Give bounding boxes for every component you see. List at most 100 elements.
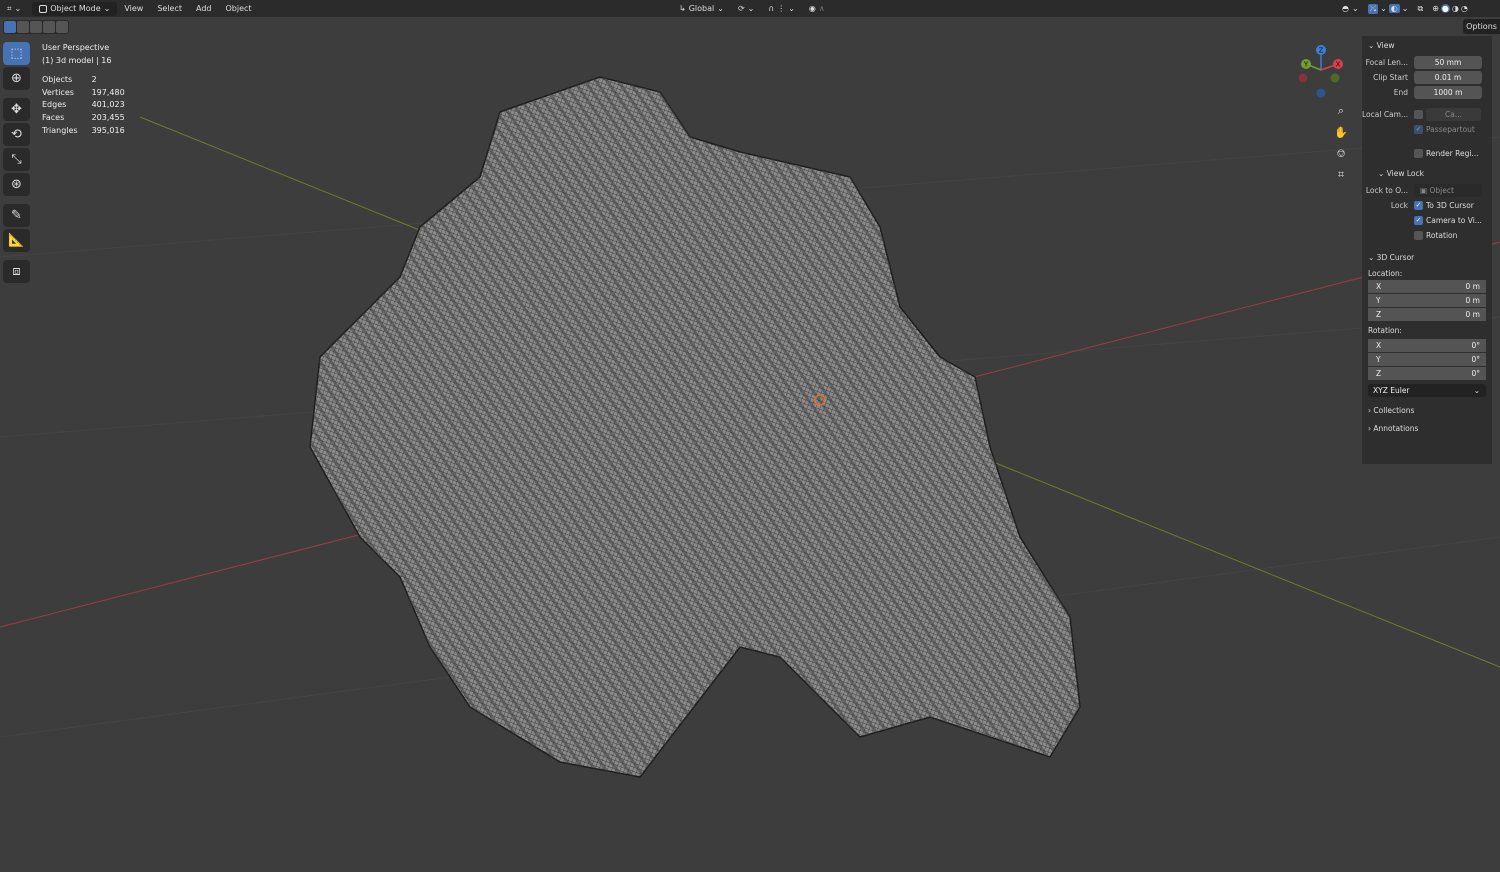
cursor-location-y[interactable]: Y 0 m [1368,294,1486,307]
view-section-header[interactable]: ⌄ View [1362,36,1492,54]
select-intersect-button[interactable] [56,21,68,33]
focal-length-label: Focal Len... [1365,57,1408,67]
snap-toggle[interactable]: ∩ ⋮ ⌄ [761,4,802,13]
cube-icon: ⧈ [12,264,21,279]
clip-start-field[interactable]: 0.01 m [1414,70,1482,84]
axis-value: 0° [1471,369,1480,378]
view-lock-section-header[interactable]: ⌄ View Lock [1362,164,1492,182]
chevron-down-icon: ⌄ [1473,386,1480,395]
rotate-tool[interactable]: ⟲ [3,123,30,146]
cursor-rotation-z[interactable]: Z 0° [1368,367,1486,380]
local-camera-checkbox[interactable] [1414,109,1423,119]
rotate-icon: ⟲ [11,127,22,142]
perspective-toggle-button[interactable]: ⌗ [1332,166,1350,184]
pan-view-button[interactable]: ✋ [1332,123,1350,141]
local-camera-field[interactable]: Ca... [1426,107,1481,121]
axis-label: Y [1376,296,1381,305]
xray-toggle[interactable]: ⧉ [1410,4,1430,14]
stat-value: 2 [91,75,97,85]
options-dropdown[interactable]: Options [1463,19,1500,34]
gizmo-icon: ⤯ [1369,3,1377,13]
stat-row: Triangles 395,016 [42,125,125,138]
magnifier-icon: ⌕ [1337,104,1345,117]
rendered-shading-icon[interactable]: ◔ [1461,4,1468,13]
cursor-location-x[interactable]: X 0 m [1368,280,1486,293]
navigation-gizmo[interactable]: Z X Y [1294,42,1350,98]
gizmo-toggle[interactable]: ⤯ [1367,3,1379,14]
clip-end-field[interactable]: 1000 m [1414,85,1482,99]
menu-view[interactable]: View [117,4,150,13]
axis-label: Y [1376,355,1381,364]
rotation-mode-value: XYZ Euler [1373,386,1410,395]
section-title: 3D Cursor [1376,252,1415,262]
stat-label: Edges [42,100,67,110]
local-camera-label: Local Cam... [1362,109,1409,119]
overlays-toggle[interactable]: ◐ [1388,4,1400,13]
scale-tool[interactable]: ⤡ [3,148,30,171]
render-region-checkbox[interactable] [1414,148,1423,158]
transform-orientation-dropdown[interactable]: ↳ Global ⌄ [672,4,731,13]
solid-shading-icon[interactable]: ● [1440,4,1450,13]
add-cube-tool[interactable]: ⧈ [3,260,30,283]
select-extend-button[interactable] [17,21,29,33]
focal-length-field[interactable]: 50 mm [1414,55,1482,69]
selection-mode-group [3,20,69,34]
mode-dropdown[interactable]: Object Mode ⌄ [32,1,118,16]
camera-to-view-label: Camera to Vi... [1426,215,1482,225]
wireframe-shading-icon[interactable]: ⊕ [1432,4,1439,13]
lock-rotation-checkbox[interactable] [1414,230,1423,240]
zoom-view-button[interactable]: ⌕ [1332,102,1350,120]
collections-section-header[interactable]: › Collections [1362,401,1492,419]
select-box-tool[interactable]: ⬚ [3,42,30,65]
magnet-icon: ∩ [768,4,775,13]
sidebar-n-panel: ⌄ View Focal Len... 50 mm Clip Start 0.01 … [1362,36,1492,464]
menu-select[interactable]: Select [150,4,189,13]
axis-value: 0 m [1465,310,1480,319]
select-new-button[interactable] [4,21,16,33]
axis-label: X [1376,282,1382,291]
stat-label: Triangles [42,125,78,135]
lock-to-cursor-checkbox[interactable]: ✓ [1414,200,1423,210]
visibility-dropdown[interactable]: ◓ ⌄ [1335,4,1366,13]
camera-view-button[interactable]: ⎊ [1332,145,1350,163]
falloff-icon: ∧ [818,4,825,13]
rotation-mode-dropdown[interactable]: XYZ Euler ⌄ [1368,384,1486,397]
proportional-edit-toggle[interactable]: ◉ ∧ [802,4,832,13]
select-subtract-button[interactable] [30,21,42,33]
axis-label: Z [1376,369,1382,378]
menu-object[interactable]: Object [219,4,259,13]
editor-type-button[interactable]: ⌗ ⌄ [0,4,28,14]
annotate-tool[interactable]: ✎ [3,204,30,227]
gizmo-y-label: Y [1303,61,1309,69]
annotations-section-header[interactable]: › Annotations [1362,419,1492,437]
cursor-rotation-x[interactable]: X 0° [1368,339,1486,352]
passepartout-label: Passepartout [1426,124,1475,134]
transform-tool[interactable]: ⊛ [3,173,30,196]
cursor-location-z[interactable]: Z 0 m [1368,308,1486,321]
viewport-scene[interactable] [0,17,1500,872]
passepartout-checkbox[interactable]: ✓ [1414,124,1423,134]
material-shading-icon[interactable]: ◑ [1452,4,1459,13]
cursor-rotation-y[interactable]: Y 0° [1368,353,1486,366]
stat-value: 197,480 [91,87,125,97]
orientation-icon: ↳ [679,4,686,13]
camera-to-view-checkbox[interactable]: ✓ [1414,215,1423,225]
proportional-icon: ◉ [808,4,816,13]
select-invert-button[interactable] [43,21,55,33]
cursor-tool[interactable]: ⊕ [3,67,30,90]
object-mode-icon [39,4,48,13]
mode-label: Object Mode [50,4,101,13]
lock-label: Lock [1390,200,1408,210]
3d-viewport[interactable]: ⬚ ⊕ ✥ ⟲ ⤡ ⊛ ✎ 📐 ⧈ User Perspective (1) 3… [0,17,1500,872]
menu-add[interactable]: Add [189,4,219,13]
move-tool[interactable]: ✥ [3,98,30,121]
pivot-dropdown[interactable]: ⟳ ⌄ [731,4,761,13]
3d-cursor-section-header[interactable]: ⌄ 3D Cursor [1362,248,1492,266]
stat-label: Objects [42,75,73,85]
axis-value: 0° [1471,355,1480,364]
lock-to-object-field[interactable]: ▣ Object [1414,183,1482,197]
rotation-label: Rotation: [1368,326,1402,335]
measure-tool[interactable]: 📐 [3,229,30,252]
section-title: Collections [1373,405,1415,415]
coral-mesh-object[interactable] [309,76,1081,778]
